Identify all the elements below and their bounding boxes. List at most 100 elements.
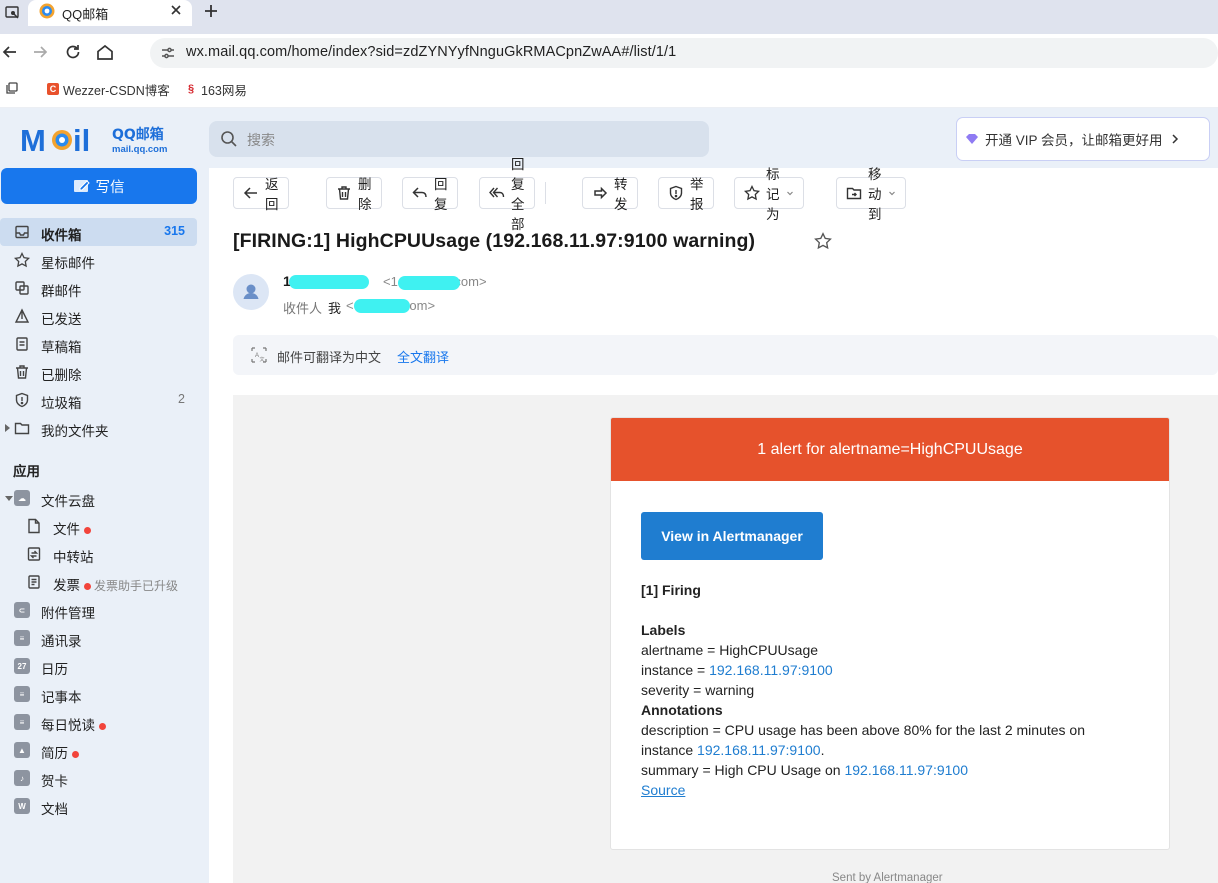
compose-label: 写信 xyxy=(95,179,125,196)
sidebar-item-greeting-cards[interactable]: ♪ 贺卡 xyxy=(0,764,197,792)
sidebar-item-files[interactable]: 文件 xyxy=(0,512,197,540)
sidebar-item-label: 已删除 xyxy=(41,368,82,383)
bookmark-label: Wezzer-CSDN博客 xyxy=(63,83,170,98)
search-input[interactable]: 搜索 xyxy=(209,121,709,157)
view-in-alertmanager-button[interactable]: View in Alertmanager xyxy=(641,512,823,560)
sidebar-item-deleted[interactable]: 已删除 xyxy=(0,358,197,386)
trash-icon xyxy=(336,185,352,201)
tabs-overview-icon[interactable] xyxy=(6,82,18,94)
message-subject: [FIRING:1] HighCPUUsage (192.168.11.97:9… xyxy=(233,230,756,252)
resume-icon: ▲ xyxy=(14,742,30,758)
recipient-name[interactable]: 我 xyxy=(328,298,341,317)
tab-actions-icon[interactable] xyxy=(4,4,22,22)
mark-as-dropdown[interactable]: 标记为 xyxy=(734,167,804,222)
sidebar-item-label: 草稿箱 xyxy=(41,340,82,355)
notification-dot xyxy=(84,582,91,590)
home-icon[interactable] xyxy=(95,42,115,62)
docs-icon: W xyxy=(14,798,30,814)
sidebar-item-label-wrap: 每日悦读 xyxy=(41,714,106,734)
forward-arrow-icon[interactable] xyxy=(30,42,50,62)
arrow-left-icon xyxy=(243,185,259,201)
alert-card: 1 alert for alertname=HighCPUUsage View … xyxy=(610,417,1170,850)
firing-text: [1] Firing xyxy=(641,582,701,598)
report-button[interactable]: 举报 xyxy=(658,177,714,212)
back-arrow-icon[interactable] xyxy=(0,42,20,62)
sidebar-item-label: 中转站 xyxy=(53,550,94,565)
reply-all-button[interactable]: 回复全部 xyxy=(479,157,535,232)
source-line: Source xyxy=(641,780,685,800)
svg-text:文: 文 xyxy=(260,356,265,363)
delete-button[interactable]: 删除 xyxy=(326,177,382,212)
bookmark-csdn[interactable]: C Wezzer-CSDN博客 xyxy=(47,80,170,98)
summary-host-link[interactable]: 192.168.11.97:9100 xyxy=(844,762,968,778)
vip-promo-button[interactable]: 开通 VIP 会员，让邮箱更好用 xyxy=(956,117,1210,161)
attachment-icon: ⊂ xyxy=(14,602,30,618)
compose-button[interactable]: 写信 xyxy=(1,168,197,204)
sidebar-item-label: 星标邮件 xyxy=(41,256,95,271)
browser-tab[interactable]: QQ邮箱 xyxy=(28,0,192,26)
description-host-link[interactable]: 192.168.11.97:9100 xyxy=(697,742,821,758)
sidebar-item-my-folders[interactable]: 我的文件夹 xyxy=(0,414,197,442)
sidebar-item-docs[interactable]: W 文档 xyxy=(0,792,197,820)
expand-caret-icon[interactable] xyxy=(5,424,10,432)
sidebar-item-label-wrap: 简历 xyxy=(41,742,79,762)
sidebar: 写信 收件箱 315 星标邮件 群邮件 已发送 草稿箱 已删除 垃圾箱 2 我的… xyxy=(0,168,209,883)
folder-icon xyxy=(14,420,30,436)
sidebar-item-spam[interactable]: 垃圾箱 2 xyxy=(0,386,197,414)
sidebar-item-inbox[interactable]: 收件箱 315 xyxy=(0,218,197,246)
sidebar-item-cloud-drive[interactable]: ☁ 文件云盘 xyxy=(0,484,197,512)
alert-card-header: 1 alert for alertname=HighCPUUsage xyxy=(611,418,1169,481)
sidebar-item-attachments[interactable]: ⊂ 附件管理 xyxy=(0,596,197,624)
sidebar-item-group-mail[interactable]: 群邮件 xyxy=(0,274,197,302)
sidebar-item-invoice[interactable]: 发票 发票助手已升级 xyxy=(0,568,197,596)
svg-text:il: il xyxy=(73,123,90,158)
translate-icon: A文 xyxy=(250,346,268,364)
unread-count: 315 xyxy=(164,224,185,238)
svg-text:QQ邮箱: QQ邮箱 xyxy=(112,126,164,143)
url-field[interactable]: wx.mail.qq.com/home/index?sid=zdZYNYyfNn… xyxy=(150,38,1218,68)
sidebar-item-label-wrap: 文件 xyxy=(53,518,91,538)
reading-icon: ≡ xyxy=(14,714,30,730)
new-tab-icon[interactable] xyxy=(202,2,220,20)
source-link[interactable]: Source xyxy=(641,782,685,798)
search-placeholder: 搜索 xyxy=(247,132,275,148)
forward-button[interactable]: 转发 xyxy=(582,177,638,212)
reply-button[interactable]: 回复 xyxy=(402,177,458,212)
chevron-down-icon xyxy=(888,189,896,197)
sidebar-item-daily-reading[interactable]: ≡ 每日悦读 xyxy=(0,708,197,736)
sidebar-item-label: 每日悦读 xyxy=(41,718,95,733)
qq-mail-logo[interactable]: M il QQ邮箱 mail.qq.com xyxy=(20,122,175,158)
instance-link[interactable]: 192.168.11.97:9100 xyxy=(709,662,833,678)
sidebar-item-sent[interactable]: 已发送 xyxy=(0,302,197,330)
move-to-dropdown[interactable]: 移动到 xyxy=(836,167,906,222)
vip-promo-text: 开通 VIP 会员，让邮箱更好用 xyxy=(985,133,1163,148)
sidebar-item-label: 垃圾箱 xyxy=(41,396,82,411)
sidebar-item-resume[interactable]: ▲ 简历 xyxy=(0,736,197,764)
site-settings-icon[interactable] xyxy=(160,45,176,61)
sidebar-item-starred[interactable]: 星标邮件 xyxy=(0,246,197,274)
invoice-note: 发票助手已升级 xyxy=(94,579,179,593)
transfer-station-icon xyxy=(26,546,42,562)
star-toggle-icon[interactable] xyxy=(814,232,832,250)
draft-icon xyxy=(14,336,30,352)
sidebar-item-drafts[interactable]: 草稿箱 xyxy=(0,330,197,358)
sidebar-item-notepad[interactable]: ≡ 记事本 xyxy=(0,680,197,708)
chevron-right-icon xyxy=(1169,133,1181,145)
reload-icon[interactable] xyxy=(63,42,83,62)
csdn-favicon-icon: C xyxy=(47,83,59,95)
delete-label: 删除 xyxy=(358,177,372,212)
translate-full-link[interactable]: 全文翻译 xyxy=(397,347,449,366)
tab-close-icon[interactable] xyxy=(169,3,183,17)
greeting-card-icon: ♪ xyxy=(14,770,30,786)
sidebar-item-calendar[interactable]: 27 日历 xyxy=(0,652,197,680)
sidebar-item-label: 文档 xyxy=(41,802,68,817)
collapse-caret-icon[interactable] xyxy=(5,496,13,501)
annotations-heading: Annotations xyxy=(641,700,723,720)
browser-tab-bar: QQ邮箱 xyxy=(0,0,1218,34)
annotation-description: description = CPU usage has been above 8… xyxy=(641,722,1085,738)
back-button[interactable]: 返回 xyxy=(233,177,289,212)
sidebar-item-contacts[interactable]: ≡ 通讯录 xyxy=(0,624,197,652)
sidebar-item-transfer[interactable]: 中转站 xyxy=(0,540,197,568)
sender-avatar[interactable] xyxy=(233,274,269,310)
bookmark-163[interactable]: § 163网易 xyxy=(185,80,247,98)
